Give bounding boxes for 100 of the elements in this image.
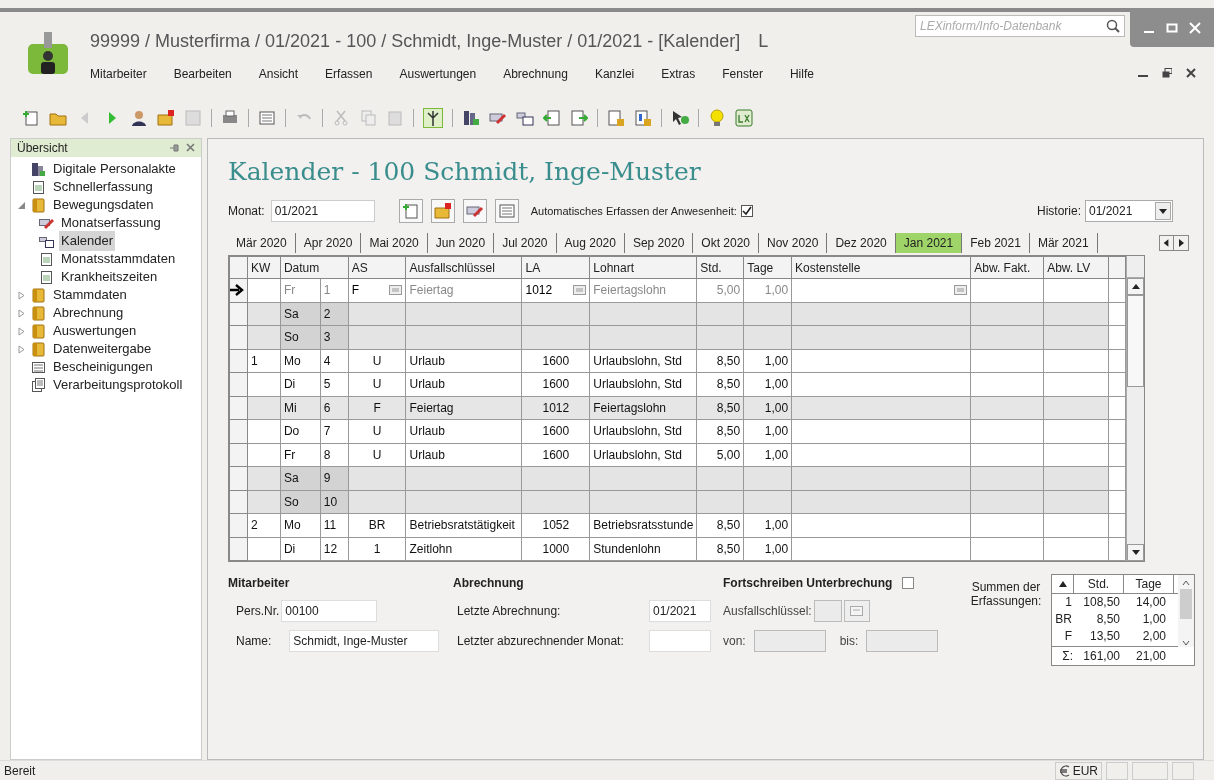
column-header[interactable]: Std. — [1074, 575, 1124, 593]
collapsed-icon[interactable] — [17, 344, 26, 354]
month-tab[interactable]: Mär 2020 — [228, 233, 296, 253]
menu-item[interactable]: Abrechnung — [503, 65, 568, 83]
checkbox[interactable] — [902, 577, 915, 589]
tree-item[interactable]: Digitale Personalakte — [51, 159, 178, 179]
tree-item[interactable]: Verarbeitungsprotokoll — [51, 375, 185, 395]
tree-item[interactable]: Kalender — [59, 231, 116, 251]
column-header[interactable]: Datum — [280, 256, 349, 279]
month-field[interactable]: 01/2021 — [270, 200, 375, 222]
restore-icon[interactable] — [1162, 68, 1172, 78]
input-field[interactable] — [649, 630, 711, 652]
column-header[interactable]: Tage — [1124, 575, 1174, 593]
table-cell-text: 108,50 — [1082, 594, 1120, 611]
month-tab[interactable]: Nov 2020 — [759, 233, 828, 253]
menu-item[interactable]: Bearbeiten — [173, 65, 232, 83]
menu-item[interactable]: Kanzlei — [594, 65, 635, 83]
document-button[interactable] — [494, 199, 519, 223]
month-tab[interactable]: Jun 2020 — [427, 233, 495, 253]
sort-icon[interactable] — [1058, 581, 1067, 587]
menu-item[interactable]: Auswertungen — [399, 65, 477, 83]
collapsed-icon[interactable] — [17, 290, 26, 300]
menu-item[interactable]: Ansicht — [258, 65, 299, 83]
scrollbar[interactable] — [1126, 256, 1144, 561]
menu-item[interactable]: Fenster — [722, 65, 763, 83]
month-tab[interactable]: Mär 2021 — [1029, 233, 1098, 253]
light-bulb-icon[interactable] — [708, 109, 726, 127]
tree-item[interactable]: Stammdaten — [51, 285, 129, 305]
export-icon[interactable] — [570, 109, 588, 127]
menu-item[interactable]: Mitarbeiter — [90, 65, 147, 83]
month-tab[interactable]: Feb 2021 — [962, 233, 1030, 253]
search-field[interactable]: LEXinform/Info-Datenbank — [915, 15, 1125, 37]
calendar-icon[interactable] — [516, 109, 534, 127]
menu-item[interactable]: Hilfe — [789, 65, 814, 83]
collapsed-icon[interactable] — [17, 308, 26, 318]
input-field[interactable]: 01/2021 — [649, 600, 711, 622]
column-header[interactable]: LA — [521, 256, 590, 279]
tree-item[interactable]: Monatserfassung — [59, 213, 163, 233]
new-document-icon[interactable] — [22, 109, 40, 127]
tree-item[interactable]: Schnellerfassung — [51, 177, 155, 197]
month-tab[interactable]: Apr 2020 — [295, 233, 362, 253]
lookup-icon[interactable] — [954, 285, 968, 296]
user-icon[interactable] — [130, 109, 148, 127]
pin-icon[interactable] — [170, 143, 180, 153]
new-entry-button[interactable] — [398, 199, 423, 223]
month-tab[interactable]: Dez 2020 — [827, 233, 896, 253]
info-document-icon[interactable] — [634, 109, 652, 127]
help-cursor-icon[interactable] — [671, 109, 689, 127]
lookup-button[interactable] — [843, 600, 870, 622]
form-icon[interactable] — [258, 109, 276, 127]
cut-icon[interactable] — [332, 109, 350, 127]
binder-icon[interactable] — [462, 109, 480, 127]
collapsed-icon[interactable] — [17, 326, 26, 336]
column-header[interactable]: Tage — [743, 256, 792, 279]
column-header[interactable]: Lohnart — [589, 256, 697, 279]
locked-document-icon[interactable] — [607, 109, 625, 127]
tree-item[interactable]: Bescheinigungen — [51, 357, 155, 377]
column-header[interactable]: Std. — [696, 256, 744, 279]
expanded-icon[interactable] — [17, 200, 26, 210]
tree-item[interactable]: Monatsstammdaten — [59, 249, 178, 269]
maximize-icon[interactable] — [1166, 21, 1178, 34]
close-icon[interactable] — [1186, 68, 1196, 78]
column-header[interactable]: Abw. Fakt. — [970, 256, 1044, 279]
month-tab[interactable]: Jan 2021 — [895, 233, 963, 253]
column-header[interactable]: AS — [348, 256, 406, 279]
search-input[interactable]: LEXinform/Info-Datenbank — [920, 17, 1106, 35]
column-header[interactable]: Abw. LV — [1043, 256, 1109, 279]
table-cell-text: 14,00 — [1134, 594, 1166, 611]
month-tab[interactable]: Sep 2020 — [624, 233, 694, 253]
scrollbar[interactable] — [1178, 575, 1194, 647]
row-header[interactable] — [229, 278, 248, 302]
column-header[interactable]: KW — [247, 256, 281, 279]
input-field[interactable]: Schmidt, Inge-Muster — [289, 630, 440, 652]
input-field[interactable]: 00100 — [281, 600, 378, 622]
delete-entry-button[interactable] — [430, 199, 455, 223]
folder-delete-icon[interactable] — [157, 109, 175, 127]
lookup-icon[interactable] — [573, 285, 587, 296]
menu-item[interactable]: Extras — [661, 65, 696, 83]
close-icon[interactable] — [186, 143, 195, 152]
tree-item[interactable]: Datenweitergabe — [51, 339, 154, 359]
month-tab[interactable]: Mai 2020 — [361, 233, 428, 253]
edit-button[interactable] — [462, 199, 487, 223]
tree-item[interactable]: Abrechnung — [51, 303, 126, 323]
tree-icon[interactable] — [423, 108, 443, 128]
lex-icon[interactable] — [735, 109, 753, 127]
lookup-icon[interactable] — [389, 285, 403, 296]
menu-item[interactable]: Erfassen — [325, 65, 373, 83]
tree-item[interactable]: Krankheitszeiten — [59, 267, 160, 287]
checkbox[interactable] — [740, 205, 753, 217]
month-tab[interactable]: Jul 2020 — [494, 233, 557, 253]
month-tab[interactable]: Okt 2020 — [693, 233, 760, 253]
history-dropdown[interactable]: 01/2021 — [1085, 200, 1173, 222]
column-header[interactable]: Kostenstelle — [791, 256, 971, 279]
month-tab[interactable]: Aug 2020 — [556, 233, 625, 253]
tree-item[interactable]: Bewegungsdaten — [51, 195, 156, 215]
field-label: von: — [723, 633, 746, 650]
tree-item[interactable]: Auswertungen — [51, 321, 139, 341]
column-header[interactable]: Ausfallschlüssel — [406, 256, 522, 279]
row-pointer-icon — [230, 284, 244, 297]
import-icon[interactable] — [543, 109, 561, 127]
